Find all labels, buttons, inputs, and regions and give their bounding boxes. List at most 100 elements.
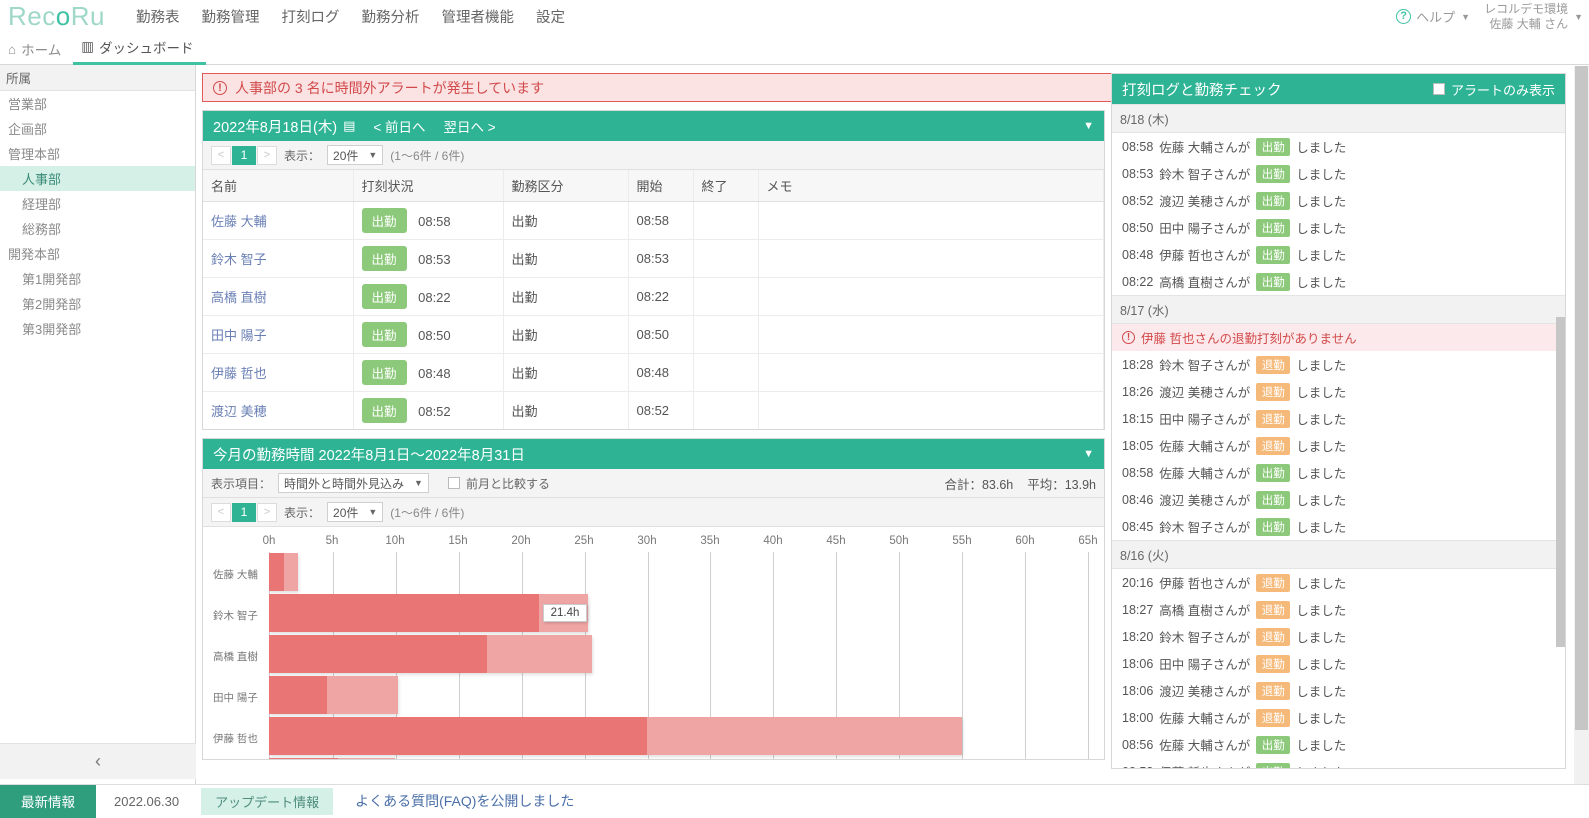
punch-status-time: 08:52 bbox=[415, 404, 451, 419]
log-entry-row: 18:27高橋 直樹さんが退勤しました bbox=[1112, 596, 1565, 623]
recoru-logo[interactable]: RecoRu bbox=[8, 3, 113, 29]
punch-status-badge: 出勤 bbox=[362, 246, 407, 271]
bar-projected-overtime[interactable] bbox=[269, 635, 592, 673]
nav-item-2[interactable]: 打刻ログ bbox=[271, 6, 351, 27]
compare-prev-month-checkbox[interactable]: 前月と比較する bbox=[448, 475, 550, 492]
cell-work-type: 出勤 bbox=[503, 202, 628, 240]
tab-dashboard-label: ダッシュボード bbox=[99, 37, 194, 57]
log-day-group: 8/18 (木)08:58佐藤 大輔さんが出勤しました08:53鈴木 智子さんが… bbox=[1112, 104, 1565, 295]
bar-projected-overtime[interactable] bbox=[269, 553, 298, 591]
page-scrollbar-track[interactable] bbox=[1574, 66, 1589, 784]
chart-bar-row: 田中 陽子 bbox=[213, 676, 1094, 717]
sidebar-item-2[interactable]: 管理本部 bbox=[0, 141, 195, 166]
sidebar-item-3[interactable]: 人事部 bbox=[0, 166, 195, 191]
x-tick-label-13: 65h bbox=[1078, 535, 1097, 547]
daily-per-page-select[interactable]: 20件 ▼ bbox=[327, 145, 383, 165]
bar-projected-overtime[interactable] bbox=[269, 594, 588, 632]
x-tick-label-10: 50h bbox=[889, 535, 908, 547]
bar-projected-overtime[interactable] bbox=[269, 717, 962, 755]
daily-page-prev[interactable]: < bbox=[211, 146, 231, 165]
log-entry-suffix: しました bbox=[1296, 436, 1346, 455]
x-tick-label-1: 5h bbox=[326, 535, 339, 547]
sidebar-item-5[interactable]: 総務部 bbox=[0, 216, 195, 241]
nav-item-3[interactable]: 勤務分析 bbox=[351, 6, 431, 27]
bar-overtime[interactable] bbox=[269, 635, 487, 673]
monthly-panel-title: 今月の勤務時間 2022年8月1日〜2022年8月31日 bbox=[213, 444, 525, 465]
bar-overtime[interactable] bbox=[269, 676, 327, 714]
log-entry-row: 18:20鈴木 智子さんが退勤しました bbox=[1112, 623, 1565, 650]
monthly-per-page-select[interactable]: 20件 ▼ bbox=[327, 502, 383, 522]
prev-day-link[interactable]: < 前日へ bbox=[373, 116, 425, 136]
display-item-select[interactable]: 時間外と時間外見込み ▼ bbox=[278, 473, 429, 493]
help-menu[interactable]: ? ヘルプ ▼ bbox=[1396, 7, 1470, 26]
bar-overtime[interactable] bbox=[269, 758, 338, 759]
log-entry-row: 08:58佐藤 大輔さんが出勤しました bbox=[1112, 133, 1565, 160]
daily-panel-collapse-icon[interactable]: ▼ bbox=[1083, 120, 1094, 132]
sidebar-item-8[interactable]: 第2開発部 bbox=[0, 291, 195, 316]
daily-page-next[interactable]: > bbox=[257, 146, 277, 165]
log-entry-badge: 退勤 bbox=[1256, 356, 1290, 374]
nav-item-0[interactable]: 勤務表 bbox=[125, 6, 191, 27]
punch-status-badge: 出勤 bbox=[362, 360, 407, 385]
alert-only-checkbox[interactable]: アラートのみ表示 bbox=[1433, 80, 1555, 99]
nav-item-4[interactable]: 管理者機能 bbox=[431, 6, 526, 27]
log-entry-badge: 出勤 bbox=[1256, 763, 1290, 769]
cell-work-type: 出勤 bbox=[503, 354, 628, 392]
bar-overtime[interactable] bbox=[269, 553, 284, 591]
tab-dashboard[interactable]: ▥ ダッシュボード bbox=[73, 37, 205, 65]
log-day-header: 8/16 (火) bbox=[1112, 540, 1565, 569]
employee-name-link[interactable]: 鈴木 智子 bbox=[211, 252, 267, 267]
employee-name-link[interactable]: 渡辺 美穂 bbox=[211, 404, 267, 419]
chart-tooltip: 21.4h bbox=[543, 604, 588, 622]
log-entry-time: 08:48 bbox=[1122, 248, 1153, 262]
log-scrollbar-track[interactable] bbox=[1556, 317, 1565, 713]
log-scrollbar-thumb[interactable] bbox=[1556, 317, 1565, 647]
user-menu[interactable]: レコルデモ環境 佐藤 大輔 さん ▼ bbox=[1470, 2, 1583, 32]
log-entry-suffix: しました bbox=[1296, 218, 1346, 237]
bar-projected-overtime[interactable] bbox=[269, 676, 398, 714]
breadcrumb-home[interactable]: ⌂ ホーム bbox=[0, 39, 73, 64]
employee-name-link[interactable]: 佐藤 大輔 bbox=[211, 214, 267, 229]
log-entry-suffix: しました bbox=[1296, 681, 1346, 700]
left-column: ! 人事部の 3 名に時間外アラートが発生しています 2022年8月18日(木)… bbox=[202, 73, 1105, 811]
log-entry-suffix: しました bbox=[1296, 191, 1346, 210]
nav-item-5[interactable]: 設定 bbox=[525, 6, 576, 27]
checkbox-icon bbox=[1433, 83, 1445, 95]
sidebar-item-6[interactable]: 開発本部 bbox=[0, 241, 195, 266]
punch-status-badge: 出勤 bbox=[362, 322, 407, 347]
monthly-page-1[interactable]: 1 bbox=[232, 503, 256, 522]
bar-projected-overtime[interactable] bbox=[269, 758, 395, 759]
page-scrollbar-thumb[interactable] bbox=[1575, 66, 1588, 730]
log-entry-time: 18:20 bbox=[1122, 630, 1153, 644]
sidebar-item-7[interactable]: 第1開発部 bbox=[0, 266, 195, 291]
employee-name-link[interactable]: 高橋 直樹 bbox=[211, 290, 267, 305]
monthly-page-next[interactable]: > bbox=[257, 503, 277, 522]
monthly-page-prev[interactable]: < bbox=[211, 503, 231, 522]
punch-log-title: 打刻ログと勤務チェック bbox=[1122, 79, 1282, 100]
bar-overtime[interactable] bbox=[269, 717, 647, 755]
monthly-panel-collapse-icon[interactable]: ▼ bbox=[1083, 448, 1094, 460]
employee-name-link[interactable]: 伊藤 哲也 bbox=[211, 366, 267, 381]
punch-status-time: 08:22 bbox=[415, 290, 451, 305]
cell-work-type: 出勤 bbox=[503, 240, 628, 278]
sidebar-collapse-button[interactable]: ‹ bbox=[0, 743, 196, 779]
log-entry-name: 伊藤 哲也さんが bbox=[1159, 245, 1250, 264]
log-entry-badge: 出勤 bbox=[1256, 165, 1290, 183]
log-entry-suffix: しました bbox=[1296, 409, 1346, 428]
display-item-label: 表示項目： bbox=[211, 475, 271, 492]
sidebar-item-0[interactable]: 営業部 bbox=[0, 91, 195, 116]
sidebar-item-1[interactable]: 企画部 bbox=[0, 116, 195, 141]
bar-overtime[interactable] bbox=[269, 594, 539, 632]
compare-prev-month-label: 前月と比較する bbox=[466, 475, 550, 492]
next-day-link[interactable]: 翌日へ > bbox=[444, 116, 496, 136]
sidebar-item-9[interactable]: 第3開発部 bbox=[0, 316, 195, 341]
log-entry-name: 佐藤 大輔さんが bbox=[1159, 708, 1250, 727]
nav-item-1[interactable]: 勤務管理 bbox=[191, 6, 271, 27]
calendar-icon[interactable]: ▤ bbox=[343, 118, 355, 134]
daily-page-1[interactable]: 1 bbox=[232, 146, 256, 165]
sidebar-item-4[interactable]: 経理部 bbox=[0, 191, 195, 216]
chevron-left-icon: ‹ bbox=[95, 751, 101, 772]
news-link[interactable]: よくある質問(FAQ)を公開しました bbox=[355, 791, 574, 811]
employee-name-link[interactable]: 田中 陽子 bbox=[211, 328, 267, 343]
right-column: 打刻ログと勤務チェック アラートのみ表示 8/18 (木)08:58佐藤 大輔さ… bbox=[1111, 73, 1566, 811]
